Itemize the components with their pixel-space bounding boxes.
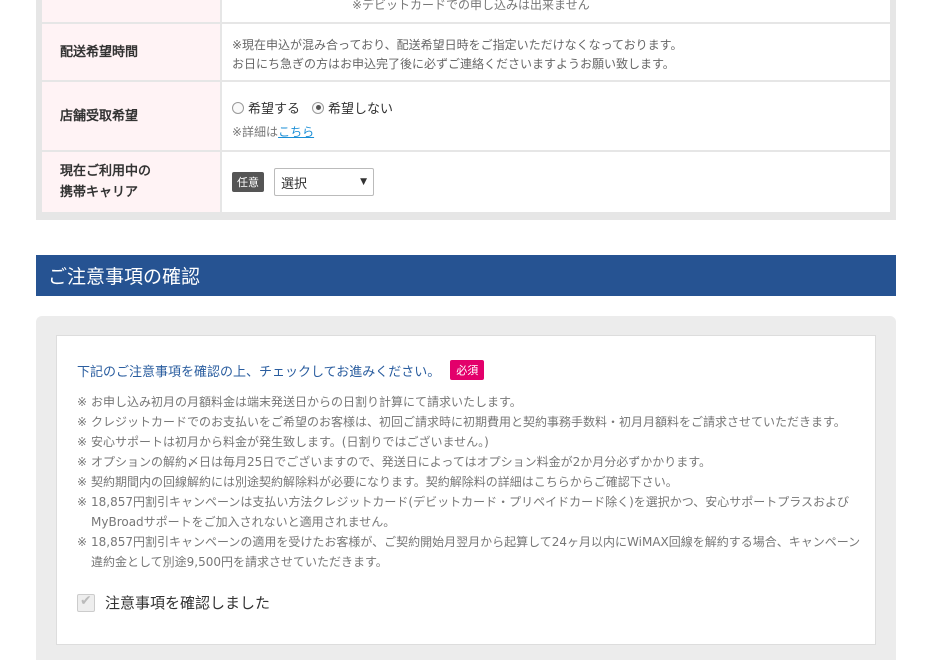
radio-yes-label[interactable]: 希望する [248,98,300,117]
note-mark: ※ [77,415,88,429]
note-text: オプションの解約〆日は毎月25日でございますので、発送日によってはオプション料金… [91,455,712,469]
note-mark: ※ [77,535,88,549]
notice-item: ※ 契約期間内の回線解約には別途契約解除料が必要になります。契約解除料の詳細はこち… [77,472,867,492]
delivery-time-note-2: お日にち急ぎの方はお申込完了後に必ずご連絡くださいますようお願い致します。 [232,57,675,71]
note-mark: ※ [77,495,88,509]
radio-no-label[interactable]: 希望しない [328,98,393,117]
detail-link[interactable]: こちら [278,125,314,139]
carrier-label: 現在ご利用中の 携帯キャリア [42,152,222,212]
note-mark: ※ [77,455,88,469]
delivery-time-label: 配送希望時間 [42,24,222,80]
note-text: お申し込み初月の月額料金は端末発送日からの日割り計算にて請求いたします。 [91,395,522,409]
note-text: 18,857円割引キャンペーンの適用を受けたお客様が、ご契約開始月翌月から起算し… [91,535,861,569]
form-table: ※デビットカードでの申し込みは出来ません 配送希望時間 ※現在申込が混み合ってお… [42,0,890,214]
note-text: 安心サポートは初月から料金が発生致します。(日割りではございません。) [91,435,489,449]
notice-item: ※ オプションの解約〆日は毎月25日でございますので、発送日によってはオプション料… [77,452,867,472]
note-text: クレジットカードでのお支払いをご希望のお客様は、初回ご請求時に初期費用と契約事務… [91,415,846,429]
store-pickup-option-yes[interactable]: 希望する [232,98,300,117]
note-mark: ※ [77,475,88,489]
optional-badge: 任意 [232,172,264,192]
note-text: 契約期間内の回線解約には別途契約解除料が必要になります。契約解除料の詳細はこちら… [91,475,678,489]
notice-item: ※ 18,857円割引キャンペーンの適用を受けたお客様が、ご契約開始月翌月から起算… [77,532,867,572]
confirm-checkbox-label[interactable]: 注意事項を確認しました [105,592,270,613]
note-mark: ※ [77,435,88,449]
form-row-delivery-time: 配送希望時間 ※現在申込が混み合っており、配送希望日時をご指定いただけなくなって… [42,24,890,82]
caret-down-icon: ▼ [360,177,367,187]
carrier-select-value: 選択 [281,176,308,192]
carrier-label-line1: 現在ご利用中の [60,164,152,179]
notice-lead-text: 下記のご注意事項を確認の上、チェックしてお進みください。 [77,364,441,380]
notice-item: ※ 18,857円割引キャンペーンは支払い方法クレジットカード(デビットカード・プ… [77,492,867,532]
notice-card: 下記のご注意事項を確認の上、チェックしてお進みください。 必須 ※ お申し込み初月… [56,335,876,645]
radio-yes[interactable] [232,101,244,114]
form-row-store-pickup: 店舗受取希望 希望する 希望しない ※詳細はこちら [42,82,890,152]
section-title: ご注意事項の確認 [36,255,896,296]
confirm-checkbox[interactable] [77,593,95,612]
debit-card-note: ※デビットカードでの申し込みは出来ません [352,0,590,12]
store-pickup-option-no[interactable]: 希望しない [312,98,393,117]
store-pickup-detail: ※詳細はこちら [232,123,890,140]
form-row-carrier: 現在ご利用中の 携帯キャリア 任意 選択 ▼ [42,152,890,214]
notice-lead: 下記のご注意事項を確認の上、チェックしてお進みください。 必須 [77,360,485,380]
radio-no[interactable] [312,101,325,114]
delivery-time-content: ※現在申込が混み合っており、配送希望日時をご指定いただけなくなっております。 お… [222,24,890,80]
store-pickup-label: 店舗受取希望 [42,82,222,150]
carrier-label-line2: 携帯キャリア [60,185,139,200]
form-row-label-empty [42,0,222,22]
delivery-time-note-1: ※現在申込が混み合っており、配送希望日時をご指定いただけなくなっております。 [232,38,683,52]
note-text: 18,857円割引キャンペーンは支払い方法クレジットカード(デビットカード・プリ… [91,495,850,529]
carrier-content: 任意 選択 ▼ [222,152,890,212]
required-badge: 必須 [450,360,485,380]
store-pickup-radio-group: 希望する 希望しない [232,98,890,117]
notice-item: ※ クレジットカードでのお支払いをご希望のお客様は、初回ご請求時に初期費用と契約事… [77,412,867,432]
notice-list: ※ お申し込み初月の月額料金は端末発送日からの日割り計算にて請求いたします。 ※ ク… [77,392,867,572]
notice-item: ※ 安心サポートは初月から料金が発生致します。(日割りではございません。) [77,432,867,452]
carrier-select[interactable]: 選択 ▼ [274,168,374,196]
note-mark: ※ [77,395,88,409]
store-pickup-content: 希望する 希望しない ※詳細はこちら [222,82,890,150]
confirm-check[interactable]: 注意事項を確認しました [77,592,270,613]
detail-prefix: ※詳細は [232,125,279,139]
form-row-payment-note: ※デビットカードでの申し込みは出来ません [42,0,890,24]
notice-item: ※ お申し込み初月の月額料金は端末発送日からの日割り計算にて請求いたします。 [77,392,867,412]
